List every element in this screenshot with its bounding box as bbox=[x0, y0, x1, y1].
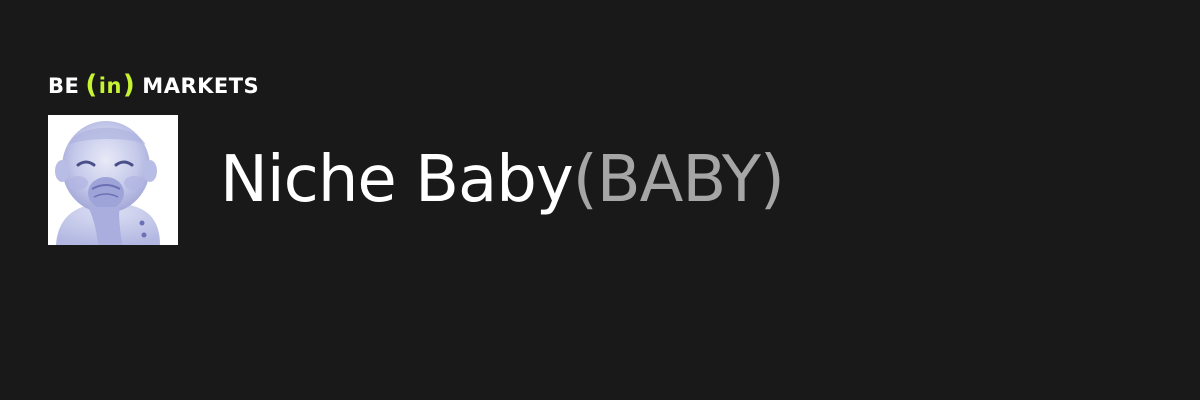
logo-be-text: BE bbox=[48, 74, 80, 98]
token-title: Niche Baby (BABY) bbox=[220, 140, 785, 220]
beinmarkets-logo: BE ( in ) MARKETS bbox=[48, 70, 259, 102]
token-ticker: (BABY) bbox=[572, 143, 785, 217]
logo-close-bracket: ) bbox=[122, 70, 136, 100]
token-name: Niche Baby bbox=[220, 143, 574, 217]
logo-markets-text: MARKETS bbox=[142, 74, 260, 98]
baby-face-image bbox=[48, 115, 178, 245]
logo-open-bracket: ( bbox=[85, 70, 98, 100]
logo-in-mark: ( in ) bbox=[85, 70, 136, 100]
logo-in-text: in bbox=[98, 74, 122, 98]
token-avatar bbox=[48, 115, 178, 245]
